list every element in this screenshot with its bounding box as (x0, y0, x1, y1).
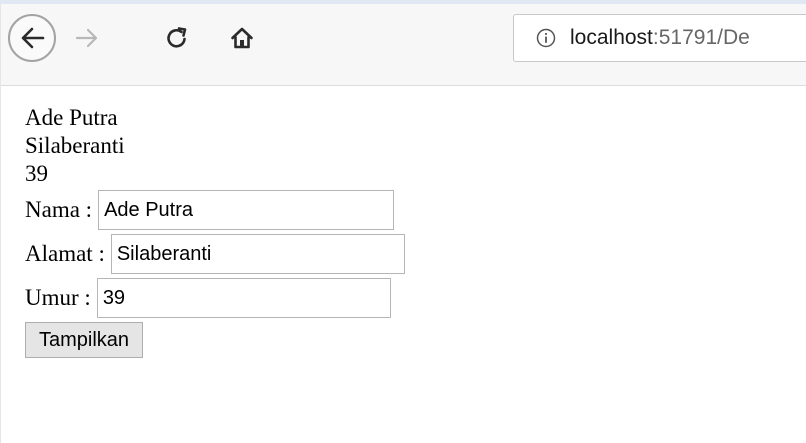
reload-icon (167, 27, 187, 48)
browser-window: localhost:51791/De Ade Putra Silaberanti… (0, 4, 806, 443)
output-nama: Ade Putra (25, 105, 118, 130)
reload-button[interactable] (161, 22, 193, 54)
umur-label: Umur : (25, 285, 91, 310)
alamat-row: Alamat : (25, 232, 805, 276)
nama-label: Nama : (25, 197, 93, 222)
home-button[interactable] (226, 22, 258, 54)
alamat-label: Alamat : (25, 241, 105, 266)
output-alamat: Silaberanti (25, 133, 125, 158)
forward-button[interactable] (71, 22, 103, 54)
output-umur: 39 (25, 161, 48, 186)
page-content: Ade Putra Silaberanti 39 Nama : Alamat :… (25, 104, 805, 358)
nama-row: Nama : (25, 188, 805, 232)
home-icon (231, 27, 253, 49)
info-icon[interactable] (536, 28, 556, 48)
back-button[interactable] (8, 14, 56, 62)
tampilkan-button[interactable]: Tampilkan (25, 322, 144, 358)
alamat-field[interactable] (110, 234, 405, 274)
umur-row: Umur : (25, 276, 805, 320)
url-host: localhost (570, 26, 653, 49)
url-text[interactable]: localhost:51791/De (570, 26, 750, 50)
umur-field[interactable] (96, 278, 391, 318)
browser-toolbar: localhost:51791/De (1, 4, 806, 86)
url-path: :51791/De (652, 26, 750, 49)
address-bar[interactable]: localhost:51791/De (513, 14, 806, 62)
back-arrow-icon (21, 27, 45, 49)
nama-field[interactable] (98, 190, 395, 230)
forward-arrow-icon (75, 28, 98, 48)
